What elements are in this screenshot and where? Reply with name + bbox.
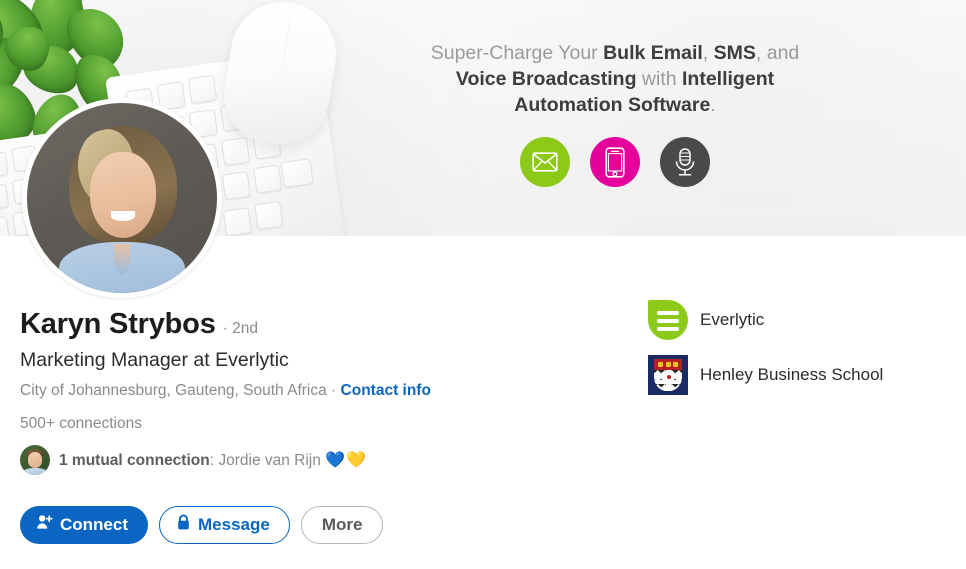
everlytic-logo-icon: [648, 300, 688, 340]
henley-business-school-logo-icon: [648, 355, 688, 395]
message-button-label: Message: [198, 515, 270, 534]
profile-location: City of Johannesburg, Gauteng, South Afr…: [20, 382, 327, 399]
organizations-panel: Everlytic Henley Business School: [648, 300, 883, 410]
blue-heart-icon: 💙: [325, 452, 347, 469]
profile-name: Karyn Strybos: [20, 308, 216, 340]
lock-icon: [176, 514, 191, 536]
email-icon: [520, 137, 570, 187]
message-button[interactable]: Message: [159, 506, 290, 544]
mutual-connection-text: 1 mutual connection: Jordie van Rijn 💙💛: [59, 450, 367, 470]
profile-action-buttons: Connect Message More: [20, 506, 384, 544]
promo-line-2: Voice Broadcasting with Intelligent: [455, 68, 775, 90]
mutual-person-name: Jordie van Rijn: [218, 452, 321, 469]
organization-row-everlytic[interactable]: Everlytic: [648, 300, 883, 340]
mutual-connections-row[interactable]: 1 mutual connection: Jordie van Rijn 💙💛: [20, 445, 367, 475]
yellow-heart-icon: 💛: [346, 452, 368, 469]
sms-phone-icon: [590, 137, 640, 187]
name-row: Karyn Strybos · 2nd: [20, 308, 258, 341]
promo-line-3: Automation Software.: [514, 94, 716, 116]
more-button[interactable]: More: [300, 506, 384, 544]
linkedin-profile-page: Super-Charge Your Bulk Email, SMS, and V…: [0, 0, 966, 569]
more-button-label: More: [321, 515, 363, 534]
location-separator: ·: [326, 382, 341, 399]
mutual-count-label: 1 mutual connection: [59, 452, 210, 469]
avatar-image: [27, 103, 217, 293]
banner-promo-text: Super-Charge Your Bulk Email, SMS, and V…: [393, 40, 837, 118]
voice-microphone-icon: [660, 137, 710, 187]
location-row: City of Johannesburg, Gauteng, South Afr…: [20, 382, 431, 400]
connect-button[interactable]: Connect: [20, 506, 148, 544]
contact-info-link[interactable]: Contact info: [341, 382, 431, 399]
person-add-icon: [36, 514, 53, 536]
promo-line-1: Super-Charge Your Bulk Email, SMS, and: [430, 42, 800, 64]
banner-promo-icons: [393, 137, 837, 187]
organization-name: Henley Business School: [700, 365, 884, 384]
profile-photo[interactable]: [22, 98, 222, 298]
connect-button-label: Connect: [60, 515, 128, 534]
connection-degree: · 2nd: [222, 320, 258, 337]
connections-count[interactable]: 500+ connections: [20, 415, 142, 433]
mutual-connection-avatar: [20, 445, 50, 475]
organization-name: Everlytic: [700, 310, 765, 329]
profile-headline: Marketing Manager at Everlytic: [20, 349, 289, 371]
organization-row-henley[interactable]: Henley Business School: [648, 355, 883, 395]
